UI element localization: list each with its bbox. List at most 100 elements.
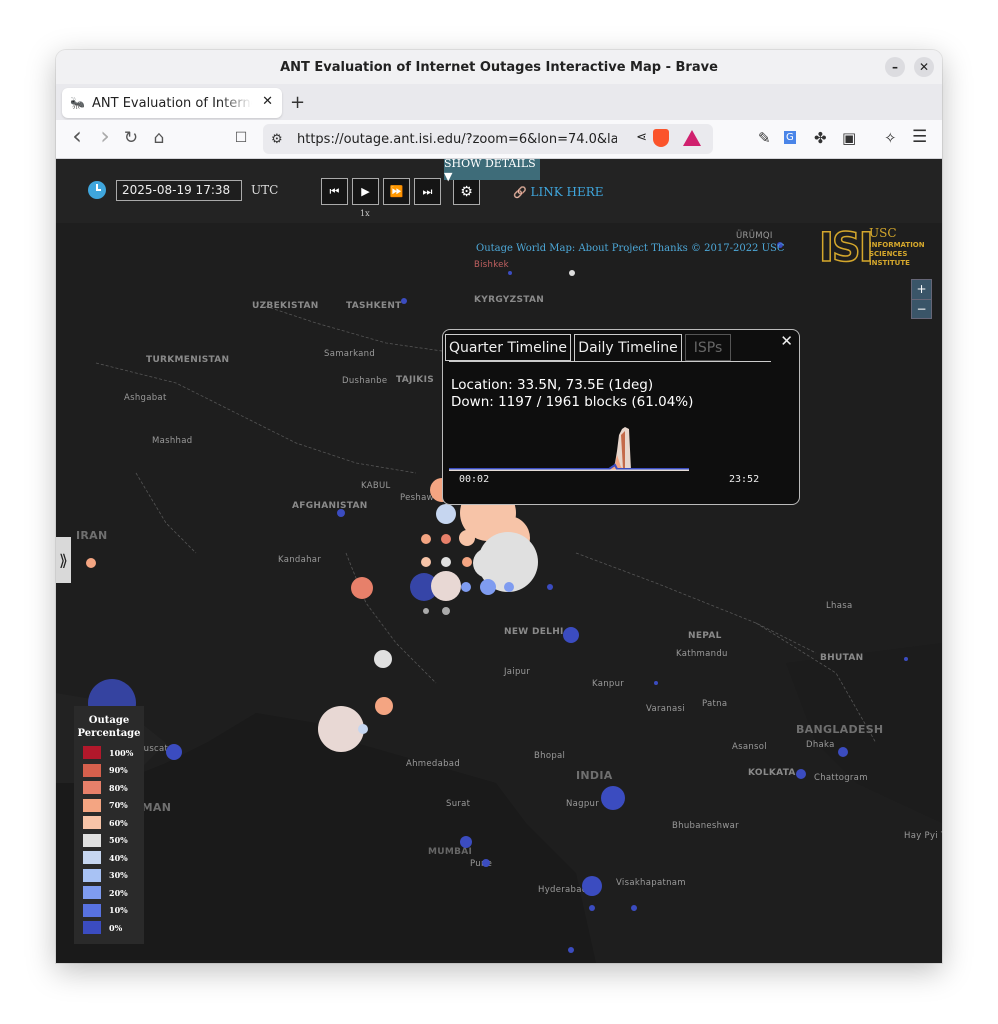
tab-close-icon[interactable]: ✕ [262,94,273,109]
legend-item: 90% [83,763,128,777]
nav-bar: ‹ › ↻ ⌂ ☐ ⚙ https://outage.ant.isi.edu/?… [56,120,942,159]
tab-bar: 🐜 ANT Evaluation of Internet Outages Int… [56,84,942,120]
legend-label: 90% [109,765,128,775]
outage-legend: Outage Percentage 100% 90% 80% 70% 60% 50% 40%… [74,706,144,944]
legend-swatch [83,833,101,847]
tab-ant-outages[interactable]: 🐜 ANT Evaluation of Internet Outages Int… [62,88,282,118]
zoom-in-button[interactable]: + [912,280,931,299]
time-start-label: 00:02 [459,474,490,485]
tab-isps[interactable]: ISPs [685,334,731,361]
brave-rewards-icon[interactable] [683,130,701,146]
bookmark-button[interactable]: ☐ [230,130,252,146]
legend-swatch [83,903,101,917]
site-settings-icon[interactable]: ⚙ [271,132,287,147]
legend-item: 70% [83,798,128,812]
close-window-button[interactable]: ✕ [914,57,934,77]
title-bar: ANT Evaluation of Internet Outages Inter… [56,50,942,84]
legend-item: 0% [83,921,122,934]
page-content: 2025-08-19 17:38 UTC ⏮ ▶ ⏩ ⏭ ⚙ 1x SHOW D… [56,159,942,963]
logo-line3: SCIENCES [869,250,907,258]
reader-mode-icon[interactable]: ▣ [842,129,856,147]
usc-isi-logo: ISI USC INFORMATION SCIENCES INSTITUTE [818,224,929,272]
legend-item: 40% [83,851,128,864]
extensions-puzzle-icon[interactable]: ✤ [814,129,827,147]
timezone-label: UTC [251,183,279,197]
new-tab-button[interactable]: + [290,92,305,113]
share-icon[interactable]: ⋖ [636,130,647,145]
legend-label: 40% [109,852,128,863]
popup-close-icon[interactable]: ✕ [780,332,793,350]
location-popup: Quarter Timeline Daily Timeline ISPs ✕ L… [442,329,800,505]
legend-label: 60% [109,817,128,828]
tab-quarter-timeline[interactable]: Quarter Timeline [445,334,571,361]
location-info: Location: 33.5N, 73.5E (1deg) Down: 1197… [451,377,693,411]
last-frame-button[interactable]: ⏭ [414,178,441,205]
speed-label: 1x [360,209,370,218]
link-here-label: LINK HERE [530,185,604,199]
legend-swatch [83,763,101,777]
legend-label: 30% [109,870,128,880]
brave-shields-icon[interactable] [653,129,669,147]
down-blocks-text: Down: 1197 / 1961 blocks (61.04%) [451,394,694,410]
logo-letters: ISI [819,225,872,267]
legend-swatch [83,868,101,882]
extension-icon[interactable]: ✎ [758,129,771,147]
time-end-label: 23:52 [729,474,760,485]
window-title: ANT Evaluation of Internet Outages Inter… [280,59,718,75]
browser-window: ANT Evaluation of Internet Outages Inter… [56,50,942,963]
legend-item: 50% [83,833,128,847]
translate-icon[interactable]: G [784,131,796,144]
logo-line2: INFORMATION [869,241,925,249]
sidebar-toggle-button[interactable]: ⟫ [56,537,71,583]
first-frame-button[interactable]: ⏮ [321,178,348,205]
legend-item: 20% [83,886,128,899]
isi-logo-icon: ISI USC INFORMATION SCIENCES INSTITUTE [818,224,925,272]
legend-title: Outage Percentage [77,715,141,739]
legend-swatch [83,781,101,794]
legend-swatch [83,851,101,864]
map-credit-links[interactable]: Outage World Map: About Project Thanks ©… [476,243,785,254]
logo-line1: USC [869,226,897,240]
link-icon: 🔗 [513,186,527,199]
legend-swatch [83,816,101,829]
legend-label: 20% [109,887,128,898]
favicon-icon: 🐜 [70,96,85,110]
leo-ai-icon[interactable]: ✧ [884,129,897,147]
legend-item: 30% [83,868,128,882]
url-text[interactable]: https://outage.ant.isi.edu/?zoom=6&lon=7… [297,132,617,147]
link-here-button[interactable]: 🔗 LINK HERE [513,185,604,199]
legend-swatch [83,921,101,934]
legend-swatch [83,746,101,759]
legend-label: 50% [109,835,128,845]
tab-divider [449,361,771,362]
location-text: Location: 33.5N, 73.5E (1deg) [451,377,654,393]
play-button[interactable]: ▶ [352,178,379,205]
fast-forward-button[interactable]: ⏩ [383,178,410,205]
outage-map[interactable]: UZBEKISTAN TASHKENT KYRGYZSTAN TURKMENIS… [56,223,942,963]
reload-button[interactable]: ↻ [120,128,142,148]
clock-icon [88,181,106,199]
legend-label: 100% [109,747,134,758]
legend-item: 80% [83,781,128,794]
tab-label: ANT Evaluation of Internet Outages Inter… [92,95,252,111]
legend-item: 10% [83,903,128,917]
address-bar[interactable]: ⚙ https://outage.ant.isi.edu/?zoom=6&lon… [263,124,713,154]
legend-swatch [83,798,101,812]
menu-icon[interactable]: ☰ [912,127,927,147]
minimize-button[interactable]: – [885,57,905,77]
date-input[interactable]: 2025-08-19 17:38 [116,180,242,201]
legend-label: 10% [109,905,128,915]
zoom-out-button[interactable]: − [912,299,931,318]
control-bar: 2025-08-19 17:38 UTC ⏮ ▶ ⏩ ⏭ ⚙ 1x SHOW D… [56,159,942,223]
back-button[interactable]: ‹ [66,122,88,150]
forward-button[interactable]: › [94,122,116,150]
legend-item: 60% [83,816,128,829]
home-button[interactable]: ⌂ [148,128,170,148]
show-details-button[interactable]: SHOW DETAILS ▼ [444,159,540,183]
legend-item: 100% [83,746,133,759]
zoom-control: + − [911,279,932,319]
legend-label: 0% [109,922,123,933]
legend-label: 70% [109,800,128,810]
legend-swatch [83,886,101,899]
tab-daily-timeline[interactable]: Daily Timeline [574,334,682,361]
